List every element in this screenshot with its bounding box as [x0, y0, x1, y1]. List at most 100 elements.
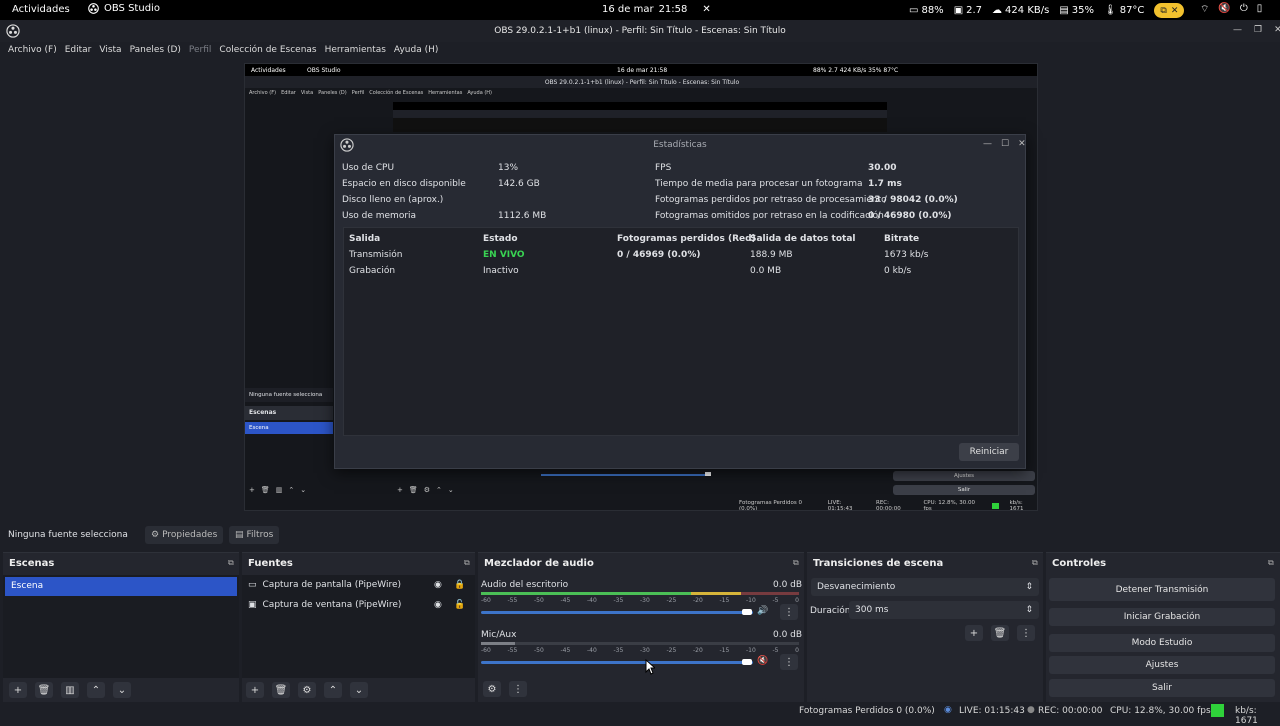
preview-menu-item: Paneles (D) — [318, 90, 347, 96]
preview-right-edge — [1037, 422, 1038, 436]
transitions-title: Transiciones de escena — [813, 558, 944, 569]
bitrate-status: kb/s: 1671 — [1235, 706, 1258, 726]
menu-tools[interactable]: Herramientas — [325, 45, 386, 55]
preview-menu-item: Editar — [281, 90, 296, 96]
top-bar: Actividades OBS Studio 16 de mar 21:58 ✕… — [0, 0, 1280, 20]
preview-status-indicator — [991, 503, 1000, 509]
close-icon[interactable]: ✕ — [1018, 139, 1026, 149]
stat-label: FPS — [655, 163, 672, 173]
menu-edit[interactable]: Editar — [65, 45, 92, 55]
volume-slider[interactable] — [481, 661, 753, 664]
close-icon[interactable]: ✕ — [1274, 25, 1280, 35]
wifi-icon: ⌔ — [1200, 4, 1210, 15]
nested-titlebar — [393, 110, 887, 118]
duration-spinbox[interactable]: 300 ms ⇕ — [849, 601, 1039, 619]
undock-icon[interactable]: ⧉ — [464, 558, 470, 568]
tick-label: -25 — [666, 647, 677, 654]
remove-source-button[interactable]: 🗑 — [272, 682, 290, 698]
add-scene-button[interactable]: + — [9, 682, 27, 698]
properties-button[interactable]: ⚙ Propiedades — [145, 526, 224, 544]
tick-label: -45 — [560, 647, 571, 654]
volume-slider-knob[interactable] — [742, 609, 752, 615]
trash-icon: 🗑 — [260, 486, 270, 494]
menu-file[interactable]: Archivo (F) — [8, 45, 57, 55]
clock[interactable]: 16 de mar 21:58 ✕ — [602, 4, 711, 15]
lock-icon[interactable]: 🔒 — [454, 580, 465, 590]
source-item[interactable]: ▭ Captura de pantalla (PipeWire) — [248, 580, 401, 590]
mouse-cursor-icon — [645, 659, 655, 675]
move-down-button[interactable]: ⌄ — [350, 682, 368, 698]
app-menu[interactable]: OBS Studio — [88, 3, 160, 14]
duration-value: 300 ms — [855, 605, 889, 615]
unlock-icon[interactable]: 🔓 — [454, 600, 465, 610]
menu-profile[interactable]: Perfil — [189, 45, 212, 55]
preview-menu: Archivo (F) Editar Vista Paneles (D) Per… — [249, 90, 492, 96]
share-icon: ⧉ — [1160, 5, 1167, 16]
volume-slider-knob[interactable] — [742, 659, 752, 665]
remove-scene-button[interactable]: 🗑 — [35, 682, 53, 698]
scene-item[interactable]: Escena — [5, 577, 237, 596]
table-cell: Grabación — [349, 266, 396, 276]
screen-share-indicator[interactable]: ⧉ ✕ — [1154, 3, 1185, 18]
undock-icon[interactable]: ⧉ — [228, 558, 234, 568]
source-properties-button[interactable]: ⚙ — [298, 682, 316, 698]
stop-streaming-button[interactable]: Detener Transmisión — [1049, 578, 1275, 601]
settings-button[interactable]: Ajustes — [1049, 656, 1275, 674]
maximize-icon[interactable]: ❐ — [1254, 25, 1262, 35]
maximize-icon[interactable]: ☐ — [1001, 139, 1009, 149]
start-recording-button[interactable]: Iniciar Grabación — [1049, 608, 1275, 626]
menu-docks[interactable]: Paneles (D) — [130, 45, 181, 55]
add-transition-button[interactable]: + — [965, 625, 983, 641]
menu-scene-collection[interactable]: Colección de Escenas — [219, 45, 316, 55]
channel-menu-button[interactable]: ⋮ — [780, 654, 798, 670]
system-tray[interactable]: ⌔ 🔇 ⏻ ▯ — [1200, 3, 1262, 16]
stat-value: 0 / 46980 (0.0%) — [868, 211, 952, 221]
move-up-button[interactable]: ⌃ — [87, 682, 105, 698]
remove-transition-button[interactable]: 🗑 — [991, 625, 1009, 641]
move-down-button[interactable]: ⌄ — [113, 682, 131, 698]
add-source-button[interactable]: + — [246, 682, 264, 698]
speaker-icon[interactable]: 🔊 — [757, 606, 768, 616]
chevron-down-icon: ⌄ — [300, 486, 307, 494]
scene-filters-button[interactable]: ▥ — [61, 682, 79, 698]
audio-settings-button[interactable]: ⚙ — [483, 681, 501, 697]
studio-mode-button[interactable]: Modo Estudio — [1049, 634, 1275, 652]
undock-icon[interactable]: ⧉ — [793, 558, 799, 568]
preview-status-cpu: CPU: 12.8%, 30.00 fps — [923, 500, 975, 511]
stat-label: Uso de memoria — [342, 211, 417, 221]
chevron-down-icon: ⌄ — [447, 486, 454, 494]
channel-db: 0.0 dB — [773, 580, 803, 590]
eye-icon[interactable]: ◉ — [434, 600, 442, 610]
undock-icon[interactable]: ⧉ — [1032, 558, 1038, 568]
system-monitor[interactable]: ▭ 88% ▣ 2.7 ☁ 424 KB/s ▤ 35% 🌡 87°C ⧉ ✕ — [909, 3, 1185, 18]
activities-button[interactable]: Actividades — [12, 4, 70, 15]
source-item[interactable]: ▣ Captura de ventana (PipeWire) — [248, 600, 401, 610]
preview-menu-item: Archivo (F) — [249, 90, 277, 96]
volume-slider[interactable] — [481, 611, 753, 614]
preview-no-source: Ninguna fuente selecciona — [245, 388, 333, 402]
channel-name: Mic/Aux — [481, 630, 517, 640]
exit-button[interactable]: Salir — [1049, 679, 1275, 697]
eye-icon[interactable]: ◉ — [434, 580, 442, 590]
column-header: Salida — [349, 234, 381, 244]
minimize-icon[interactable]: — — [983, 139, 992, 149]
speaker-muted-icon[interactable]: 🔇 — [757, 656, 768, 666]
meter-scale: -60 -55 -50 -45 -40 -35 -30 -25 -20 -15 -10 -5 0 — [481, 597, 799, 604]
channel-menu-button[interactable]: ⋮ — [780, 604, 798, 620]
plus-icon: + — [397, 486, 403, 494]
preview-activities: Actividades — [251, 67, 286, 74]
menu-help[interactable]: Ayuda (H) — [394, 45, 438, 55]
move-up-button[interactable]: ⌃ — [324, 682, 342, 698]
column-header: Fotogramas perdidos (Red) — [617, 234, 756, 244]
filters-button[interactable]: ▤ Filtros — [229, 526, 280, 544]
menu-view[interactable]: Vista — [99, 45, 121, 55]
undock-icon[interactable]: ⧉ — [1268, 558, 1274, 568]
transition-menu-button[interactable]: ⋮ — [1017, 625, 1035, 641]
mixer-menu-button[interactable]: ⋮ — [509, 681, 527, 697]
transition-select[interactable]: Desvanecimiento ⇕ — [811, 578, 1039, 596]
stat-label: Espacio en disco disponible — [342, 179, 466, 189]
tick-label: -50 — [534, 647, 544, 654]
minimize-icon[interactable]: — — [1233, 25, 1242, 35]
reset-button[interactable]: Reiniciar — [959, 443, 1019, 461]
stats-dialog-title: Estadísticas — [653, 140, 707, 150]
